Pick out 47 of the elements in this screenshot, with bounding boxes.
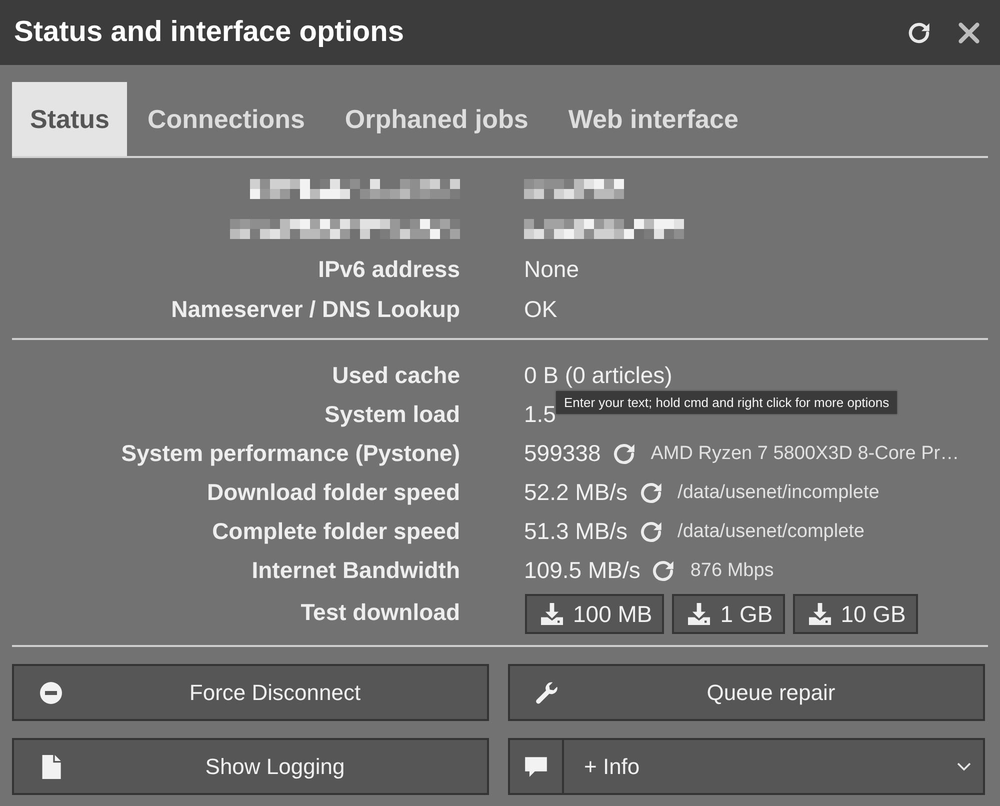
row-label: IPv6 address (318, 256, 460, 282)
row-detail: 876 Mbps (690, 560, 774, 582)
refresh-icon[interactable] (612, 442, 635, 464)
row-value: 1.5 (524, 401, 556, 428)
row-label: Used cache (332, 362, 460, 389)
minus-circle-icon (39, 680, 63, 704)
tooltip: Enter your text; hold cmd and right click for more options (556, 391, 898, 414)
row-value: OK (524, 296, 558, 322)
tab[interactable]: Status (12, 82, 128, 156)
row-value: None (524, 256, 579, 282)
test-download-button[interactable]: 10 GB (792, 594, 918, 634)
row-label: Complete folder speed (212, 518, 460, 545)
action-button[interactable]: Show Logging (12, 738, 489, 795)
tab[interactable]: Orphaned jobs (324, 82, 548, 156)
action-button[interactable]: Queue repair (508, 664, 985, 721)
action-button[interactable]: Force Disconnect (12, 664, 489, 721)
row-label: Download folder speed (206, 479, 460, 506)
dialog-title: Status and interface options (14, 16, 405, 49)
refresh-icon[interactable] (640, 520, 662, 542)
tab[interactable]: Web interface (548, 82, 758, 156)
tab[interactable]: Connections (127, 82, 325, 156)
test-download-button[interactable]: 100 MB (525, 594, 664, 634)
row-label: Nameserver / DNS Lookup (171, 296, 460, 322)
refresh-icon[interactable] (640, 482, 662, 504)
wrench-icon (535, 680, 559, 704)
refresh-icon[interactable] (908, 22, 930, 44)
chevron-down-icon (957, 762, 971, 771)
row-value: 0 B (0 articles) (524, 362, 672, 389)
row-detail: AMD Ryzen 7 5800X3D 8-Core Pr… (650, 442, 960, 464)
test-download-button[interactable]: 1 GB (672, 594, 785, 634)
speech-bubble-icon (524, 754, 548, 778)
row-value: 52.2 MB/s (524, 479, 628, 506)
close-icon[interactable] (958, 22, 980, 44)
download-icon (808, 603, 831, 625)
row-detail: /data/usenet/incomplete (678, 482, 880, 504)
row-detail: /data/usenet/complete (678, 520, 865, 542)
info-dropdown[interactable]: + Info (508, 738, 985, 795)
row-value: 109.5 MB/s (524, 557, 640, 584)
row-label: Test download (300, 598, 460, 626)
download-icon (688, 603, 710, 625)
row-label: System performance (Pystone) (121, 440, 460, 467)
row-value: 51.3 MB/s (524, 518, 628, 545)
download-icon (541, 603, 563, 625)
row-value: 599338 (524, 440, 601, 467)
refresh-icon[interactable] (652, 560, 674, 582)
row-label: System load (324, 401, 460, 428)
row-label: Internet Bandwidth (252, 557, 460, 584)
